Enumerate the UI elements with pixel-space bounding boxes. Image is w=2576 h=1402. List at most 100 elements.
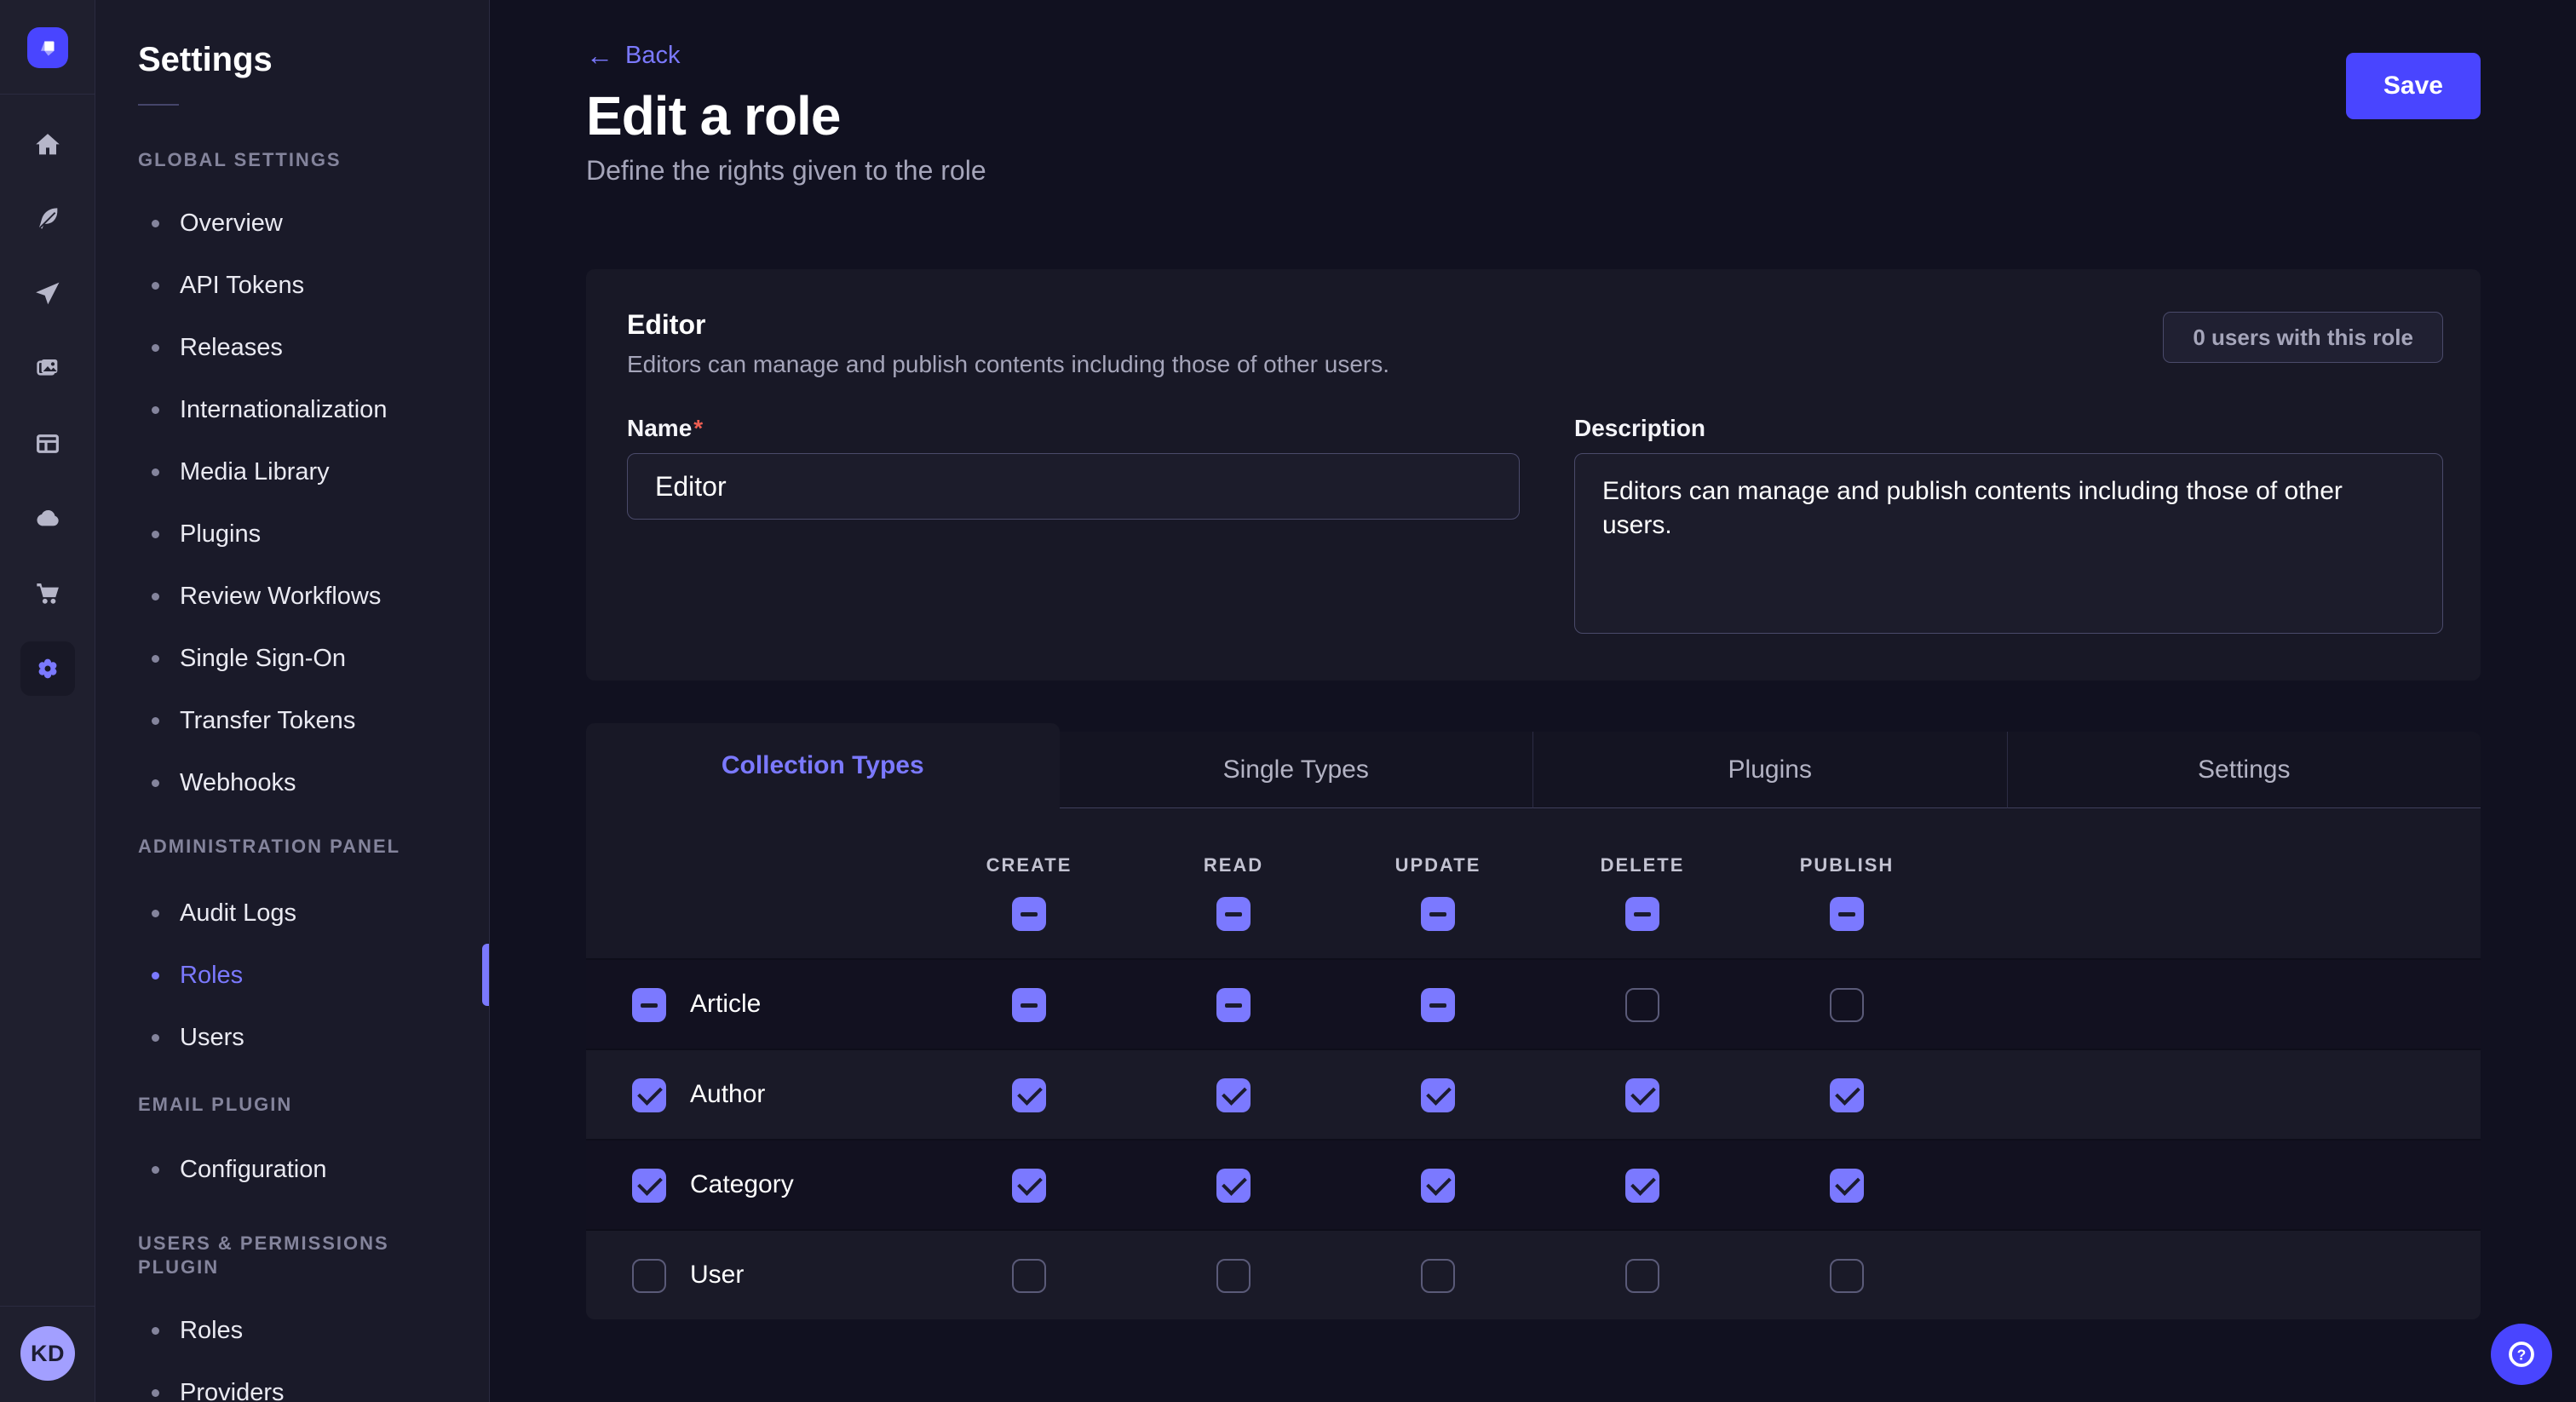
- user-create-checkbox[interactable]: [1012, 1259, 1046, 1293]
- user-read-checkbox[interactable]: [1216, 1259, 1251, 1293]
- bullet-icon: [152, 1034, 159, 1042]
- bullet-icon: [152, 593, 159, 600]
- paper-plane-icon[interactable]: [20, 267, 75, 321]
- help-icon: ?: [2505, 1338, 2538, 1370]
- article-delete-checkbox[interactable]: [1625, 988, 1659, 1022]
- help-button[interactable]: ?: [2491, 1324, 2552, 1385]
- sidebar-item-releases[interactable]: Releases: [138, 317, 469, 379]
- cart-icon[interactable]: [20, 566, 75, 621]
- user-row-checkbox[interactable]: [632, 1259, 666, 1293]
- strapi-logo[interactable]: [27, 27, 68, 68]
- bullet-icon: [152, 468, 159, 476]
- user-avatar[interactable]: KD: [20, 1326, 75, 1381]
- main-content: ← Back Edit a role Define the rights giv…: [491, 0, 2576, 1402]
- row-label: User: [690, 1231, 744, 1319]
- article-create-checkbox[interactable]: [1012, 988, 1046, 1022]
- sidebar-item-up-providers[interactable]: Providers: [138, 1362, 469, 1402]
- author-row-checkbox[interactable]: [632, 1078, 666, 1112]
- sidebar-item-plugins[interactable]: Plugins: [138, 503, 469, 566]
- tab-collection-types[interactable]: Collection Types: [586, 723, 1060, 808]
- user-delete-checkbox[interactable]: [1625, 1259, 1659, 1293]
- permission-row-user: User: [586, 1229, 2481, 1319]
- layout-icon[interactable]: [20, 417, 75, 471]
- role-fields-row: Name* Description Editors can manage and…: [627, 414, 2443, 638]
- category-publish-checkbox[interactable]: [1830, 1169, 1864, 1203]
- save-button[interactable]: Save: [2346, 53, 2481, 119]
- permission-row-author: Author: [586, 1049, 2481, 1139]
- description-textarea[interactable]: Editors can manage and publish contents …: [1574, 453, 2443, 634]
- sidebar-item-webhooks[interactable]: Webhooks: [138, 752, 469, 814]
- page-title: Edit a role: [586, 85, 2481, 147]
- user-update-checkbox[interactable]: [1421, 1259, 1455, 1293]
- select-all-create-checkbox[interactable]: [1012, 897, 1046, 931]
- author-publish-checkbox[interactable]: [1830, 1078, 1864, 1112]
- tab-plugins[interactable]: Plugins: [1532, 732, 2007, 808]
- tab-single-types[interactable]: Single Types: [1060, 732, 1533, 808]
- column-header-read: Read: [1140, 854, 1327, 876]
- active-item-indicator: [482, 944, 489, 1006]
- bullet-icon: [152, 655, 159, 663]
- sidebar-item-internationalization[interactable]: Internationalization: [138, 379, 469, 441]
- sidebar-item-transfer-tokens[interactable]: Transfer Tokens: [138, 690, 469, 752]
- user-publish-checkbox[interactable]: [1830, 1259, 1864, 1293]
- main-nav-rail: KD: [0, 0, 95, 1402]
- users-with-role-badge[interactable]: 0 users with this role: [2163, 312, 2443, 363]
- category-create-checkbox[interactable]: [1012, 1169, 1046, 1203]
- page-subtitle: Define the rights given to the role: [586, 153, 2481, 187]
- section-label-administration-panel: ADMINISTRATION PANEL: [138, 835, 469, 859]
- sidebar-item-configuration[interactable]: Configuration: [138, 1139, 469, 1201]
- category-read-checkbox[interactable]: [1216, 1169, 1251, 1203]
- sidebar-item-review-workflows[interactable]: Review Workflows: [138, 566, 469, 628]
- media-library-icon[interactable]: [20, 341, 75, 395]
- name-field-label: Name*: [627, 415, 703, 441]
- sidebar-item-roles-active[interactable]: Roles: [138, 945, 469, 1007]
- article-update-checkbox[interactable]: [1421, 988, 1455, 1022]
- back-link[interactable]: ← Back: [586, 41, 680, 70]
- bullet-icon: [152, 717, 159, 725]
- article-row-checkbox[interactable]: [632, 988, 666, 1022]
- bullet-icon: [152, 1389, 159, 1397]
- sidebar-item-audit-logs[interactable]: Audit Logs: [138, 882, 469, 945]
- cloud-icon[interactable]: [20, 491, 75, 545]
- sidebar-item-single-sign-on[interactable]: Single Sign-On: [138, 628, 469, 690]
- svg-text:?: ?: [2517, 1346, 2527, 1363]
- bullet-icon: [152, 910, 159, 917]
- sidebar-item-api-tokens[interactable]: API Tokens: [138, 255, 469, 317]
- name-input[interactable]: [627, 453, 1520, 520]
- feather-icon[interactable]: [20, 192, 75, 246]
- select-all-read-checkbox[interactable]: [1216, 897, 1251, 931]
- author-update-checkbox[interactable]: [1421, 1078, 1455, 1112]
- article-read-checkbox[interactable]: [1216, 988, 1251, 1022]
- administration-panel-list: Audit Logs Roles Users: [138, 882, 469, 1069]
- bullet-icon: [152, 220, 159, 227]
- sidebar-item-media-library[interactable]: Media Library: [138, 441, 469, 503]
- permission-row-category: Category: [586, 1139, 2481, 1229]
- sidebar-item-up-roles[interactable]: Roles: [138, 1300, 469, 1362]
- section-label-email-plugin: EMAIL PLUGIN: [138, 1093, 469, 1117]
- rail-bottom-divider: [0, 1306, 95, 1307]
- bullet-icon: [152, 531, 159, 538]
- home-icon[interactable]: [20, 118, 75, 172]
- permission-row-article: Article: [586, 958, 2481, 1049]
- sidebar-item-overview[interactable]: Overview: [138, 192, 469, 255]
- bullet-icon: [152, 282, 159, 290]
- sidebar-item-users[interactable]: Users: [138, 1007, 469, 1069]
- select-all-publish-checkbox[interactable]: [1830, 897, 1864, 931]
- back-arrow-icon: ←: [586, 42, 613, 69]
- article-publish-checkbox[interactable]: [1830, 988, 1864, 1022]
- select-all-update-checkbox[interactable]: [1421, 897, 1455, 931]
- category-row-checkbox[interactable]: [632, 1169, 666, 1203]
- global-settings-list: Overview API Tokens Releases Internation…: [138, 192, 469, 814]
- row-label: Article: [690, 960, 761, 1049]
- column-header-publish: Publish: [1753, 854, 1941, 876]
- select-all-delete-checkbox[interactable]: [1625, 897, 1659, 931]
- settings-gear-icon[interactable]: [20, 641, 75, 696]
- category-delete-checkbox[interactable]: [1625, 1169, 1659, 1203]
- section-label-users-permissions-plugin: USERS & PERMISSIONS PLUGIN: [138, 1232, 469, 1279]
- author-create-checkbox[interactable]: [1012, 1078, 1046, 1112]
- category-update-checkbox[interactable]: [1421, 1169, 1455, 1203]
- author-delete-checkbox[interactable]: [1625, 1078, 1659, 1112]
- author-read-checkbox[interactable]: [1216, 1078, 1251, 1112]
- tab-settings[interactable]: Settings: [2007, 732, 2481, 808]
- description-field-label: Description: [1574, 415, 1705, 441]
